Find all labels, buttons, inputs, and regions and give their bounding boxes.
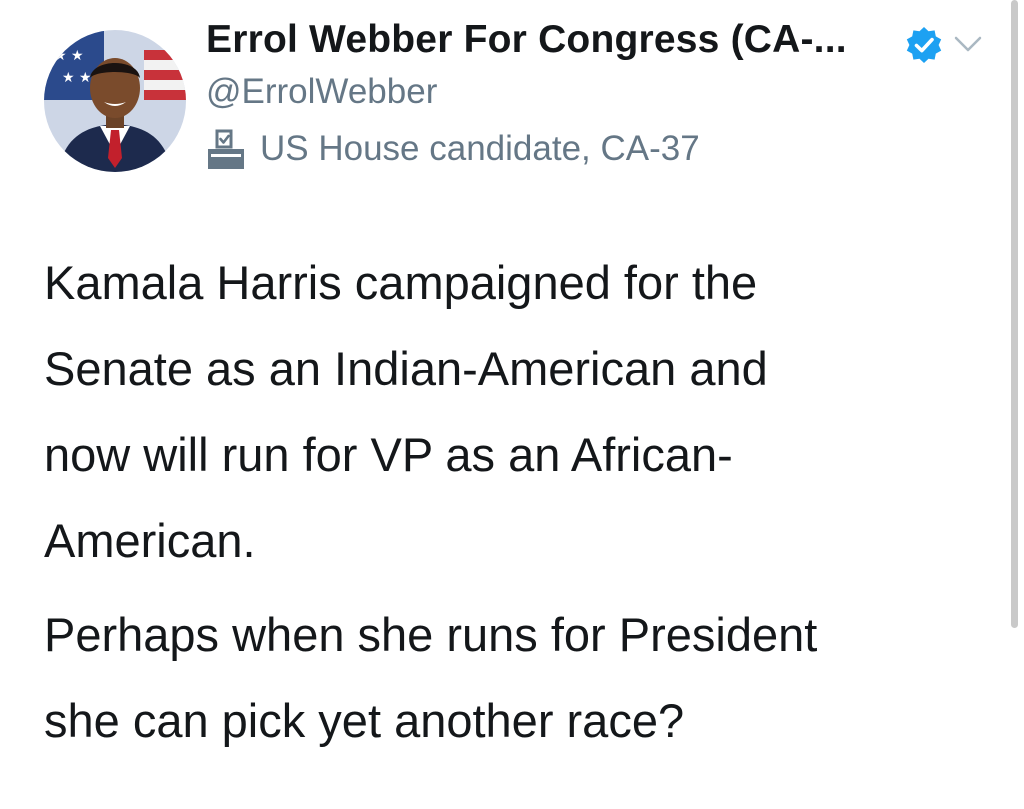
avatar[interactable]: ★ ★ ★ ★ xyxy=(44,30,186,172)
tweet: ★ ★ ★ ★ Errol Webber For Congress (CA-..… xyxy=(0,0,1024,809)
label-text: US House candidate, CA-37 xyxy=(260,129,700,168)
user-handle[interactable]: @ErrolWebber xyxy=(206,72,437,112)
scrollbar[interactable] xyxy=(1011,0,1018,628)
ballot-box-icon xyxy=(208,129,244,169)
account-label: US House candidate, CA-37 xyxy=(204,124,700,174)
verified-badge-icon xyxy=(906,27,942,63)
avatar-image: ★ ★ ★ ★ xyxy=(44,30,186,172)
display-name[interactable]: Errol Webber For Congress (CA-... xyxy=(206,18,847,62)
svg-text:★ ★: ★ ★ xyxy=(54,48,84,64)
tweet-paragraph: Kamala Harris campaigned for the Senate … xyxy=(44,256,768,567)
tweet-text: Kamala Harris campaigned for the Senate … xyxy=(44,240,994,764)
svg-text:★ ★: ★ ★ xyxy=(62,70,92,86)
chevron-down-icon[interactable] xyxy=(953,30,983,58)
tweet-paragraph: Perhaps when she runs for President she … xyxy=(44,608,818,747)
